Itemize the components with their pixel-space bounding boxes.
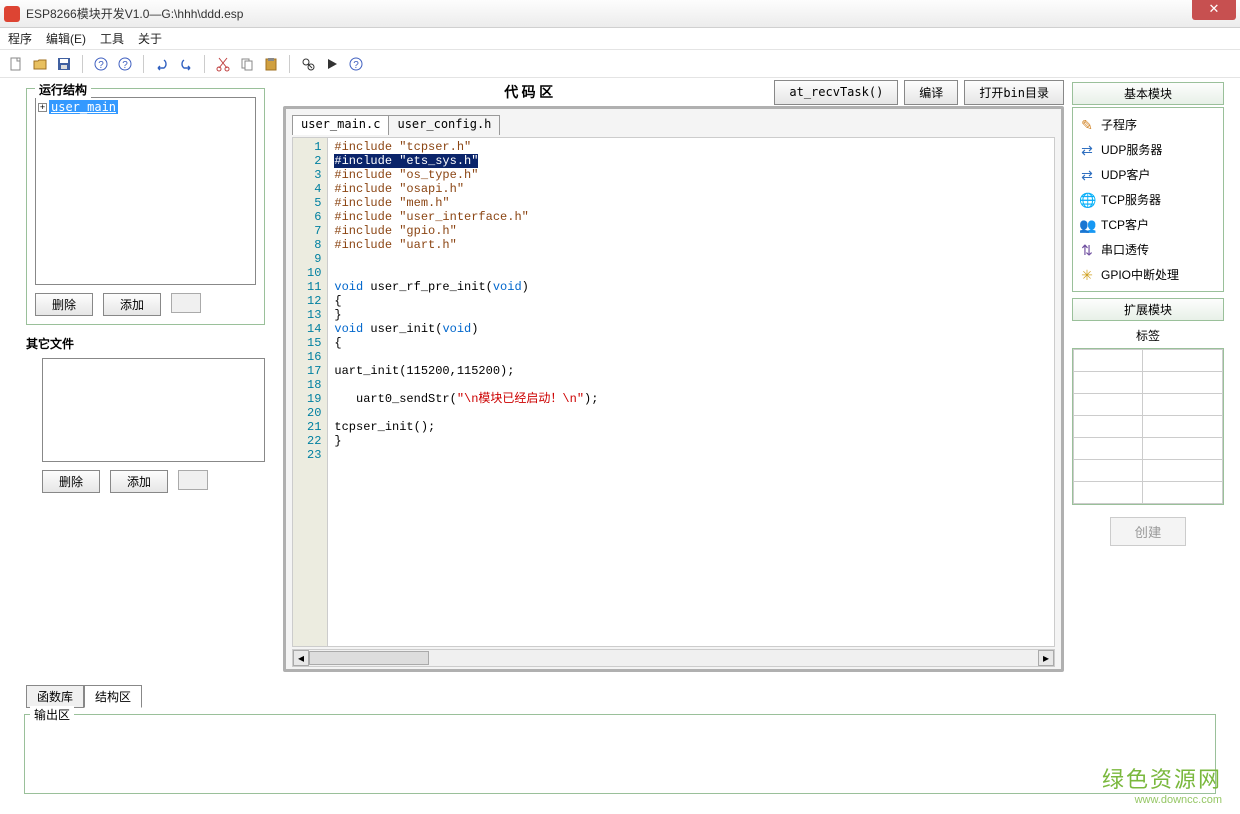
tree-item-user-main[interactable]: + user_main xyxy=(38,100,253,114)
find-icon[interactable] xyxy=(300,56,316,72)
new-icon[interactable] xyxy=(8,56,24,72)
code-content[interactable]: #include "tcpser.h"#include "ets_sys.h"#… xyxy=(328,138,604,646)
menu-program[interactable]: 程序 xyxy=(8,30,32,47)
code-area-title: 代 码 区 xyxy=(283,82,774,102)
module-icon: ⇄ xyxy=(1079,167,1095,183)
menu-edit[interactable]: 编辑(E) xyxy=(46,30,86,47)
output-section: 输出区 xyxy=(24,714,1216,794)
module-icon: 👥 xyxy=(1079,217,1095,233)
scroll-left-icon[interactable]: ◂ xyxy=(293,650,309,666)
create-button[interactable]: 创建 xyxy=(1110,517,1187,546)
file-extra-button[interactable] xyxy=(178,470,208,490)
module-item[interactable]: ⇅ 串口透传 xyxy=(1075,237,1221,262)
left-panel: 运行结构 + user_main 删除 添加 其它文件 删除 添加 xyxy=(0,78,275,708)
module-icon: ✳ xyxy=(1079,267,1095,283)
other-files-list[interactable] xyxy=(42,358,265,462)
save-icon[interactable] xyxy=(56,56,72,72)
module-label: 串口透传 xyxy=(1101,241,1149,258)
code-editor[interactable]: 1234567891011121314151617181920212223 #i… xyxy=(292,137,1055,647)
open-icon[interactable] xyxy=(32,56,48,72)
module-label: TCP客户 xyxy=(1101,216,1149,233)
scroll-thumb[interactable] xyxy=(309,651,429,665)
svg-text:?: ? xyxy=(98,60,104,71)
help3-icon[interactable]: ? xyxy=(348,56,364,72)
svg-text:?: ? xyxy=(122,60,128,71)
scroll-right-icon[interactable]: ▸ xyxy=(1038,650,1054,666)
editor-wrapper: user_main.c user_config.h 12345678910111… xyxy=(283,106,1064,672)
add-file-button[interactable]: 添加 xyxy=(110,470,168,493)
watermark-cn: 绿色资源网 xyxy=(1102,762,1222,794)
struct-extra-button[interactable] xyxy=(171,293,201,313)
module-item[interactable]: ⇄ UDP服务器 xyxy=(1075,137,1221,162)
module-item[interactable]: ✳ GPIO中断处理 xyxy=(1075,262,1221,287)
titlebar: ESP8266模块开发V1.0—G:\hhh\ddd.esp ✕ xyxy=(0,0,1240,28)
basic-modules-header: 基本模块 xyxy=(1072,82,1224,105)
redo-icon[interactable] xyxy=(178,56,194,72)
tab-func-lib[interactable]: 函数库 xyxy=(26,685,84,708)
watermark: 绿色资源网 www.downcc.com xyxy=(1102,762,1222,806)
module-label: UDP服务器 xyxy=(1101,141,1162,158)
struct-tree[interactable]: + user_main xyxy=(35,97,256,285)
line-gutter: 1234567891011121314151617181920212223 xyxy=(293,138,328,646)
module-icon: ⇄ xyxy=(1079,142,1095,158)
module-icon: ⇅ xyxy=(1079,242,1095,258)
paste-icon[interactable] xyxy=(263,56,279,72)
menu-about[interactable]: 关于 xyxy=(138,30,162,47)
run-struct-panel: 运行结构 + user_main 删除 添加 xyxy=(26,88,265,325)
cut-icon[interactable] xyxy=(215,56,231,72)
svg-text:?: ? xyxy=(353,60,359,71)
module-label: 子程序 xyxy=(1101,116,1137,133)
delete-struct-button[interactable]: 删除 xyxy=(35,293,93,316)
delete-file-button[interactable]: 删除 xyxy=(42,470,100,493)
ext-modules-header: 扩展模块 xyxy=(1072,298,1224,321)
file-tabs: user_main.c user_config.h xyxy=(292,115,1055,135)
center-panel: 代 码 区 at_recvTask() 编译 打开bin目录 user_main… xyxy=(275,78,1072,708)
module-label: TCP服务器 xyxy=(1101,191,1161,208)
watermark-en: www.downcc.com xyxy=(1102,794,1222,806)
expand-icon[interactable]: + xyxy=(38,103,47,112)
add-struct-button[interactable]: 添加 xyxy=(103,293,161,316)
module-label: UDP客户 xyxy=(1101,166,1150,183)
tab-user-main-c[interactable]: user_main.c xyxy=(292,115,389,135)
open-bin-button[interactable]: 打开bin目录 xyxy=(964,80,1064,105)
output-box[interactable] xyxy=(24,714,1216,794)
undo-icon[interactable] xyxy=(154,56,170,72)
tab-struct-area[interactable]: 结构区 xyxy=(84,685,142,708)
output-label: 输出区 xyxy=(30,706,74,723)
module-label: GPIO中断处理 xyxy=(1101,266,1179,283)
editor-hscroll[interactable]: ◂ ▸ xyxy=(292,649,1055,667)
module-item[interactable]: ✎ 子程序 xyxy=(1075,112,1221,137)
module-item[interactable]: ⇄ UDP客户 xyxy=(1075,162,1221,187)
module-icon: ✎ xyxy=(1079,117,1095,133)
menubar: 程序 编辑(E) 工具 关于 xyxy=(0,28,1240,50)
tab-user-config-h[interactable]: user_config.h xyxy=(388,115,500,135)
toolbar: ? ? ? xyxy=(0,50,1240,78)
copy-icon[interactable] xyxy=(239,56,255,72)
app-icon xyxy=(4,6,20,22)
other-files-title: 其它文件 xyxy=(26,335,265,352)
at-recvtask-button[interactable]: at_recvTask() xyxy=(774,80,898,105)
tree-label: user_main xyxy=(49,100,118,114)
label-table[interactable] xyxy=(1073,349,1223,504)
compile-button[interactable]: 编译 xyxy=(904,80,958,105)
close-button[interactable]: ✕ xyxy=(1192,0,1236,20)
help1-icon[interactable]: ? xyxy=(93,56,109,72)
label-grid xyxy=(1072,348,1224,505)
label-title: 标签 xyxy=(1072,323,1224,348)
basic-modules-list: ✎ 子程序 ⇄ UDP服务器 ⇄ UDP客户 🌐 TCP服务器 👥 TCP客户 ⇅ 串口透传 ✳ GPIO… xyxy=(1072,107,1224,292)
help2-icon[interactable]: ? xyxy=(117,56,133,72)
menu-tools[interactable]: 工具 xyxy=(100,30,124,47)
run-icon[interactable] xyxy=(324,56,340,72)
module-item[interactable]: 👥 TCP客户 xyxy=(1075,212,1221,237)
module-item[interactable]: 🌐 TCP服务器 xyxy=(1075,187,1221,212)
window-title: ESP8266模块开发V1.0—G:\hhh\ddd.esp xyxy=(26,5,1192,22)
module-icon: 🌐 xyxy=(1079,192,1095,208)
right-panel: 基本模块 ✎ 子程序 ⇄ UDP服务器 ⇄ UDP客户 🌐 TCP服务器 👥 TCP客户 ⇅ 串口透传… xyxy=(1072,78,1240,708)
other-files-panel: 其它文件 删除 添加 xyxy=(26,335,265,493)
run-struct-title: 运行结构 xyxy=(35,81,91,98)
